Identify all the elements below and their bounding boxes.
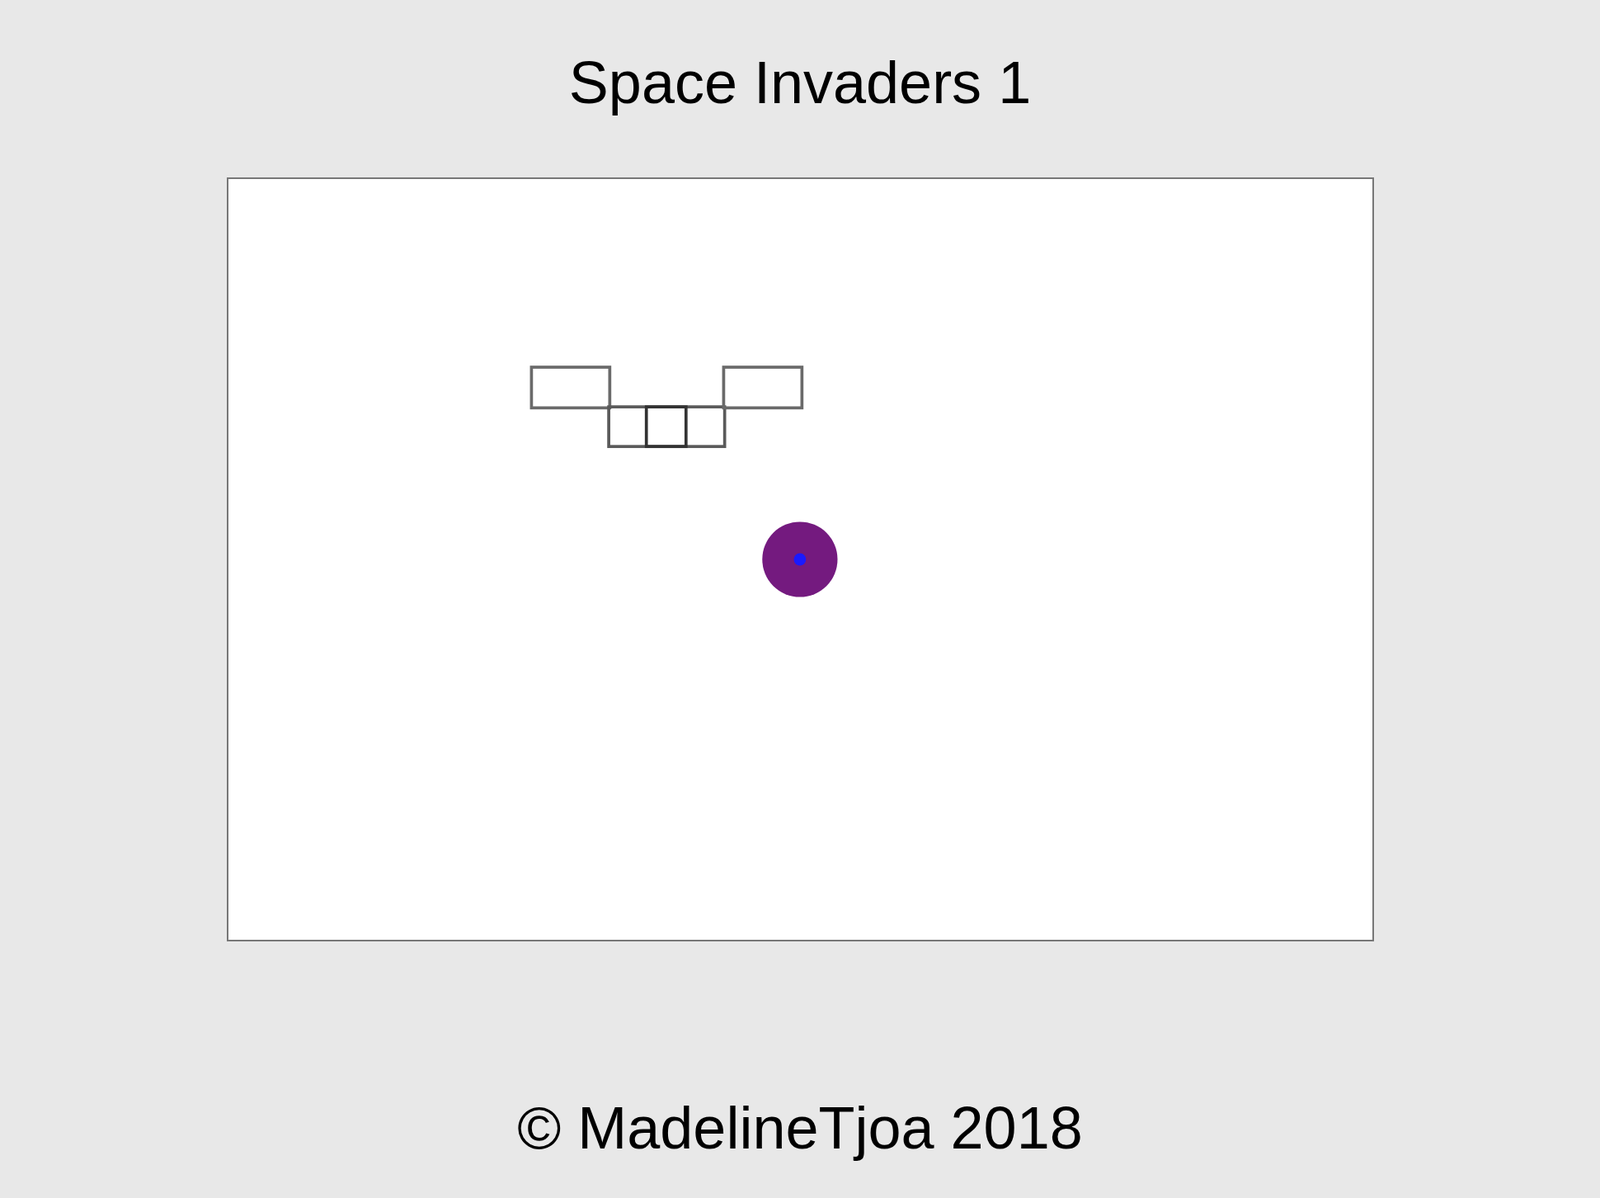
game-scene <box>228 178 1373 940</box>
copyright-footer: © MadelineTjoa 2018 <box>500 1086 1099 1169</box>
player-ship-icon[interactable] <box>762 521 838 597</box>
game-canvas[interactable] <box>226 177 1375 942</box>
invader-icon <box>531 367 802 447</box>
page-title: Space Invaders 1 <box>552 0 1048 165</box>
